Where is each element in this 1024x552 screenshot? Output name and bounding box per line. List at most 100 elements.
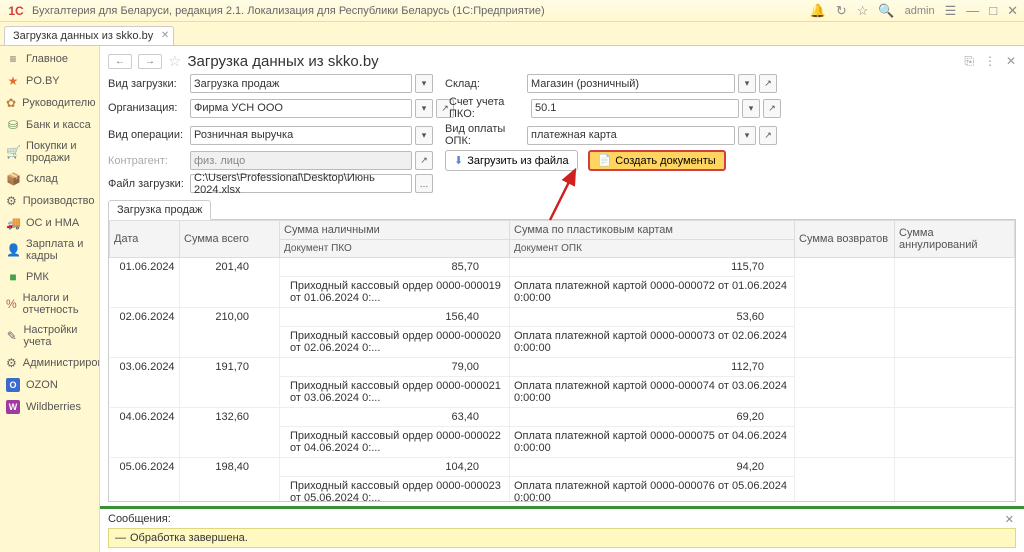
nav-fwd-button[interactable]: →: [138, 54, 162, 69]
col-doc-pko[interactable]: Документ ПКО: [280, 240, 510, 258]
sidebar-label: PO.BY: [26, 75, 60, 87]
sidebar-icon: 🚚: [6, 216, 20, 230]
nav-back-button[interactable]: ←: [108, 54, 132, 69]
label-file: Файл загрузки:: [108, 178, 188, 190]
close-icon[interactable]: ✕: [161, 30, 169, 41]
close-icon[interactable]: ✕: [1005, 513, 1014, 526]
dropdown-icon[interactable]: ▾: [742, 99, 760, 118]
app-title: Бухгалтерия для Беларуси, редакция 2.1. …: [32, 5, 545, 17]
open-icon[interactable]: ↗: [763, 99, 781, 118]
sidebar-icon: ⚙: [6, 194, 17, 208]
sidebar-label: ОС и НМА: [26, 217, 79, 229]
col-ret[interactable]: Сумма возвратов: [795, 221, 895, 258]
history-icon[interactable]: ↻: [836, 3, 847, 19]
user-label: admin: [905, 5, 935, 17]
data-table[interactable]: Дата Сумма всего Сумма наличными Сумма п…: [108, 219, 1016, 502]
label-kontr: Контрагент:: [108, 155, 188, 167]
sidebar-label: РМК: [26, 271, 49, 283]
col-card[interactable]: Сумма по пластиковым картам: [510, 221, 795, 240]
open-icon[interactable]: ↗: [759, 126, 777, 145]
sidebar-label: Администрирование: [23, 357, 100, 369]
sidebar-label: OZON: [26, 379, 58, 391]
menu-icon[interactable]: ☰: [945, 3, 957, 19]
label-schet: Счет учета ПКО:: [449, 96, 529, 120]
sidebar-item-11[interactable]: ✎Настройки учета: [0, 320, 99, 352]
sklad-select[interactable]: Магазин (розничный): [527, 74, 735, 93]
sidebar-item-2[interactable]: ✿ Руководителю: [0, 92, 99, 114]
label-sklad: Склад:: [445, 78, 525, 90]
dropdown-icon[interactable]: ▾: [738, 126, 756, 145]
table-row[interactable]: 02.06.2024210,00156,4053,60: [110, 308, 1015, 327]
dropdown-icon[interactable]: ▾: [415, 74, 433, 93]
popout-icon[interactable]: ⎘: [964, 54, 974, 69]
close-page-icon[interactable]: ✕: [1006, 54, 1016, 69]
table-row[interactable]: 01.06.2024201,4085,70115,70: [110, 258, 1015, 277]
message-row: — Обработка завершена.: [108, 528, 1016, 548]
sidebar-item-14[interactable]: WWildberries: [0, 396, 99, 418]
label-vid-zagruzki: Вид загрузки:: [108, 78, 188, 90]
sidebar-icon: ★: [6, 74, 20, 88]
sidebar-item-8[interactable]: 👤Зарплата и кадры: [0, 234, 99, 266]
sidebar-label: Склад: [26, 173, 58, 185]
label-org: Организация:: [108, 102, 188, 114]
sidebar-item-10[interactable]: % Налоги и отчетность: [0, 288, 99, 320]
col-doc-opk[interactable]: Документ ОПК: [510, 240, 795, 258]
create-documents-button[interactable]: 📄 Создать документы: [588, 150, 726, 171]
browse-icon[interactable]: …: [415, 174, 433, 193]
table-row[interactable]: 05.06.2024198,40104,2094,20: [110, 458, 1015, 477]
search-icon[interactable]: 🔍: [878, 3, 894, 19]
logo-1c: 1C: [6, 3, 26, 19]
open-icon[interactable]: ↗: [415, 151, 433, 170]
sidebar-label: Производство: [23, 195, 95, 207]
favorite-icon[interactable]: ☆: [168, 52, 181, 70]
maximize-icon[interactable]: □: [989, 3, 997, 18]
sidebar-icon: ■: [6, 270, 20, 284]
sidebar-item-12[interactable]: ⚙Администрирование: [0, 352, 99, 374]
sidebar-item-7[interactable]: 🚚 ОС и НМА: [0, 212, 99, 234]
vid-zagruzki-select[interactable]: Загрузка продаж: [190, 74, 412, 93]
sidebar-label: Налоги и отчетность: [23, 292, 93, 316]
open-icon[interactable]: ↗: [759, 74, 777, 93]
sidebar-item-1[interactable]: ★ PO.BY: [0, 70, 99, 92]
bell-icon[interactable]: 🔔: [810, 3, 826, 19]
sidebar-icon: ⛁: [6, 118, 20, 132]
sidebar-icon: %: [6, 297, 17, 311]
dropdown-icon[interactable]: ▾: [738, 74, 756, 93]
close-icon[interactable]: ✕: [1007, 3, 1018, 19]
vid-opl-select[interactable]: платежная карта: [527, 126, 735, 145]
dropdown-icon[interactable]: ▾: [415, 126, 433, 145]
subtab-zagruzka[interactable]: Загрузка продаж: [108, 200, 211, 220]
sidebar-item-4[interactable]: 🛒Покупки и продажи: [0, 136, 99, 168]
col-date[interactable]: Дата: [110, 221, 180, 258]
sidebar: ≡Главное ★ PO.BY ✿ Руководителю⛁ Банк и касса…: [0, 46, 100, 552]
col-ann[interactable]: Сумма аннулирований: [895, 221, 1015, 258]
tab-skko[interactable]: Загрузка данных из skko.by ✕: [4, 26, 174, 45]
sidebar-item-3[interactable]: ⛁ Банк и касса: [0, 114, 99, 136]
sidebar-icon: ✿: [6, 96, 16, 110]
org-select[interactable]: Фирма УСН ООО: [190, 99, 412, 118]
col-sum[interactable]: Сумма всего: [180, 221, 280, 258]
sidebar-item-13[interactable]: O OZON: [0, 374, 99, 396]
sidebar-item-5[interactable]: 📦Склад: [0, 168, 99, 190]
vid-oper-select[interactable]: Розничная выручка: [190, 126, 412, 145]
schet-select[interactable]: 50.1: [531, 99, 739, 118]
col-cash[interactable]: Сумма наличными: [280, 221, 510, 240]
sidebar-item-6[interactable]: ⚙ Производство: [0, 190, 99, 212]
sidebar-item-9[interactable]: ■ РМК: [0, 266, 99, 288]
star-icon[interactable]: ☆: [857, 3, 869, 19]
document-icon: 📄: [598, 154, 612, 167]
load-from-file-button[interactable]: ⬇ Загрузить из файла: [445, 150, 578, 171]
sidebar-label: Руководителю: [22, 97, 95, 109]
table-row[interactable]: 03.06.2024191,7079,00112,70: [110, 358, 1015, 377]
dropdown-icon[interactable]: ▾: [415, 99, 433, 118]
more-icon[interactable]: ⋮: [984, 54, 996, 69]
sidebar-item-0[interactable]: ≡Главное: [0, 48, 99, 70]
sidebar-icon: O: [6, 378, 20, 392]
file-field[interactable]: C:\Users\Professional\Desktop\Июнь 2024.…: [190, 174, 412, 193]
download-icon: ⬇: [454, 154, 463, 167]
sidebar-label: Банк и касса: [26, 119, 91, 131]
messages-label: Сообщения:: [108, 513, 171, 525]
minimize-icon[interactable]: —: [966, 3, 979, 18]
table-row[interactable]: 04.06.2024132,6063,4069,20: [110, 408, 1015, 427]
sidebar-icon: ≡: [6, 52, 20, 66]
